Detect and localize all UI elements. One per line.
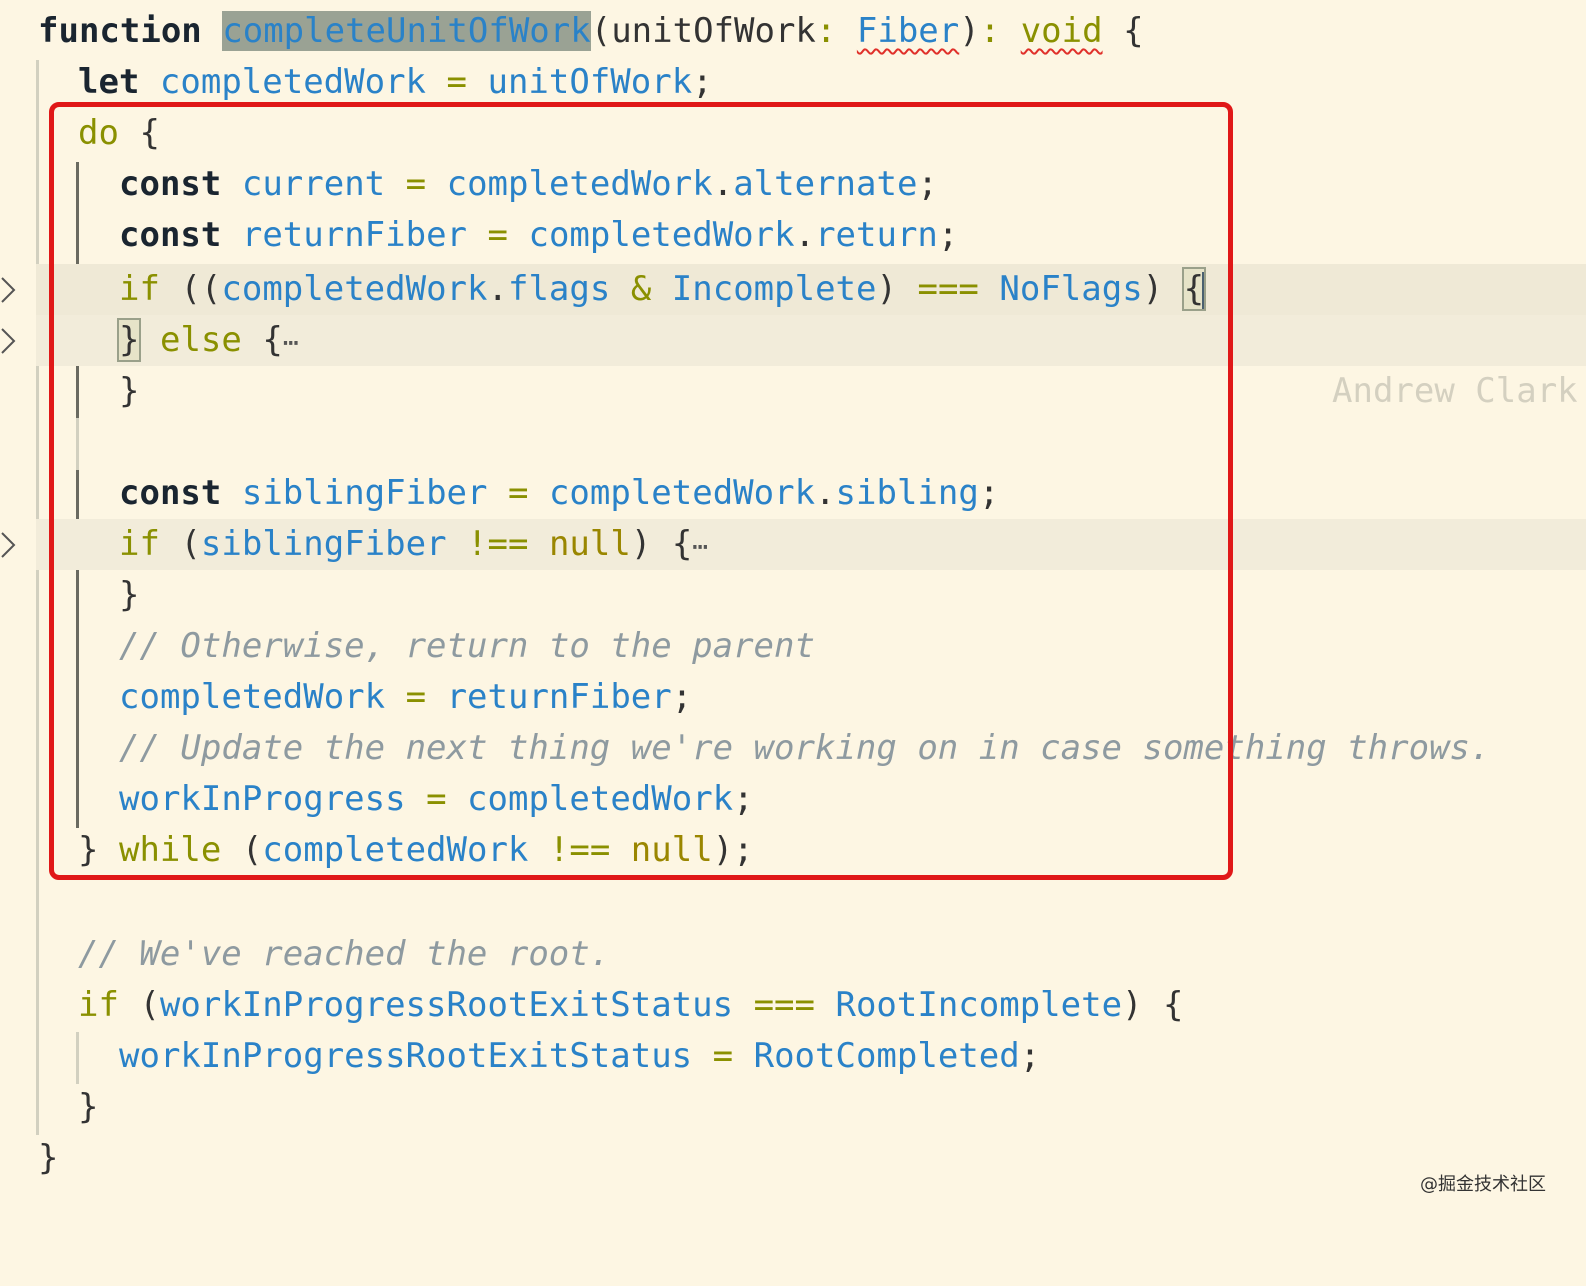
punct: {: [1163, 985, 1184, 1025]
identifier: RootCompleted: [753, 1036, 1020, 1076]
code-line-21[interactable]: workInProgressRootExitStatus = RootCompl…: [0, 1031, 1586, 1082]
punct: ): [959, 11, 980, 51]
function-name[interactable]: completeUnitOfWork: [222, 11, 591, 51]
code-line-20[interactable]: if (workInProgressRootExitStatus === Roo…: [0, 980, 1586, 1031]
punct: {: [1123, 11, 1144, 51]
code-editor[interactable]: function completeUnitOfWork(unitOfWork: …: [0, 0, 1586, 1230]
highlight-annotation-box: [49, 102, 1233, 880]
code-line-19[interactable]: // We've reached the root.: [0, 929, 1586, 980]
punct: }: [38, 1138, 59, 1178]
fold-chevron-icon[interactable]: [0, 531, 18, 559]
keyword: function: [38, 11, 202, 51]
return-type: void: [1020, 11, 1103, 51]
param-name: unitOfWork: [611, 11, 816, 51]
code-line-1[interactable]: function completeUnitOfWork(unitOfWork: …: [0, 6, 1586, 57]
type-name: Fiber: [856, 11, 960, 51]
operator: =: [712, 1036, 734, 1076]
code-line-2[interactable]: let completedWork = unitOfWork;: [0, 57, 1586, 108]
identifier: completedWork: [159, 62, 427, 102]
comment: // We've reached the root.: [78, 934, 611, 974]
keyword: if: [78, 985, 119, 1025]
operator: =: [446, 62, 467, 102]
identifier: unitOfWork: [487, 62, 693, 102]
operator: ===: [753, 985, 815, 1025]
punct: ): [1122, 985, 1143, 1025]
punct: :: [979, 11, 1001, 51]
identifier: workInProgressRootExitStatus: [159, 985, 734, 1025]
keyword: let: [78, 62, 140, 102]
code-line-23[interactable]: }: [0, 1133, 1586, 1184]
code-line-22[interactable]: }: [0, 1082, 1586, 1133]
identifier: RootIncomplete: [835, 985, 1123, 1025]
punct: (: [139, 985, 160, 1025]
punct: (: [590, 11, 612, 51]
fold-chevron-icon[interactable]: [0, 327, 18, 355]
punct: }: [78, 1087, 99, 1127]
watermark-text: @掘金技术社区: [1420, 1174, 1546, 1195]
fold-chevron-icon[interactable]: [0, 276, 18, 304]
punct: ;: [1019, 1036, 1041, 1076]
identifier: workInProgressRootExitStatus: [119, 1036, 693, 1076]
punct: :: [815, 11, 837, 51]
punct: ;: [692, 62, 713, 102]
